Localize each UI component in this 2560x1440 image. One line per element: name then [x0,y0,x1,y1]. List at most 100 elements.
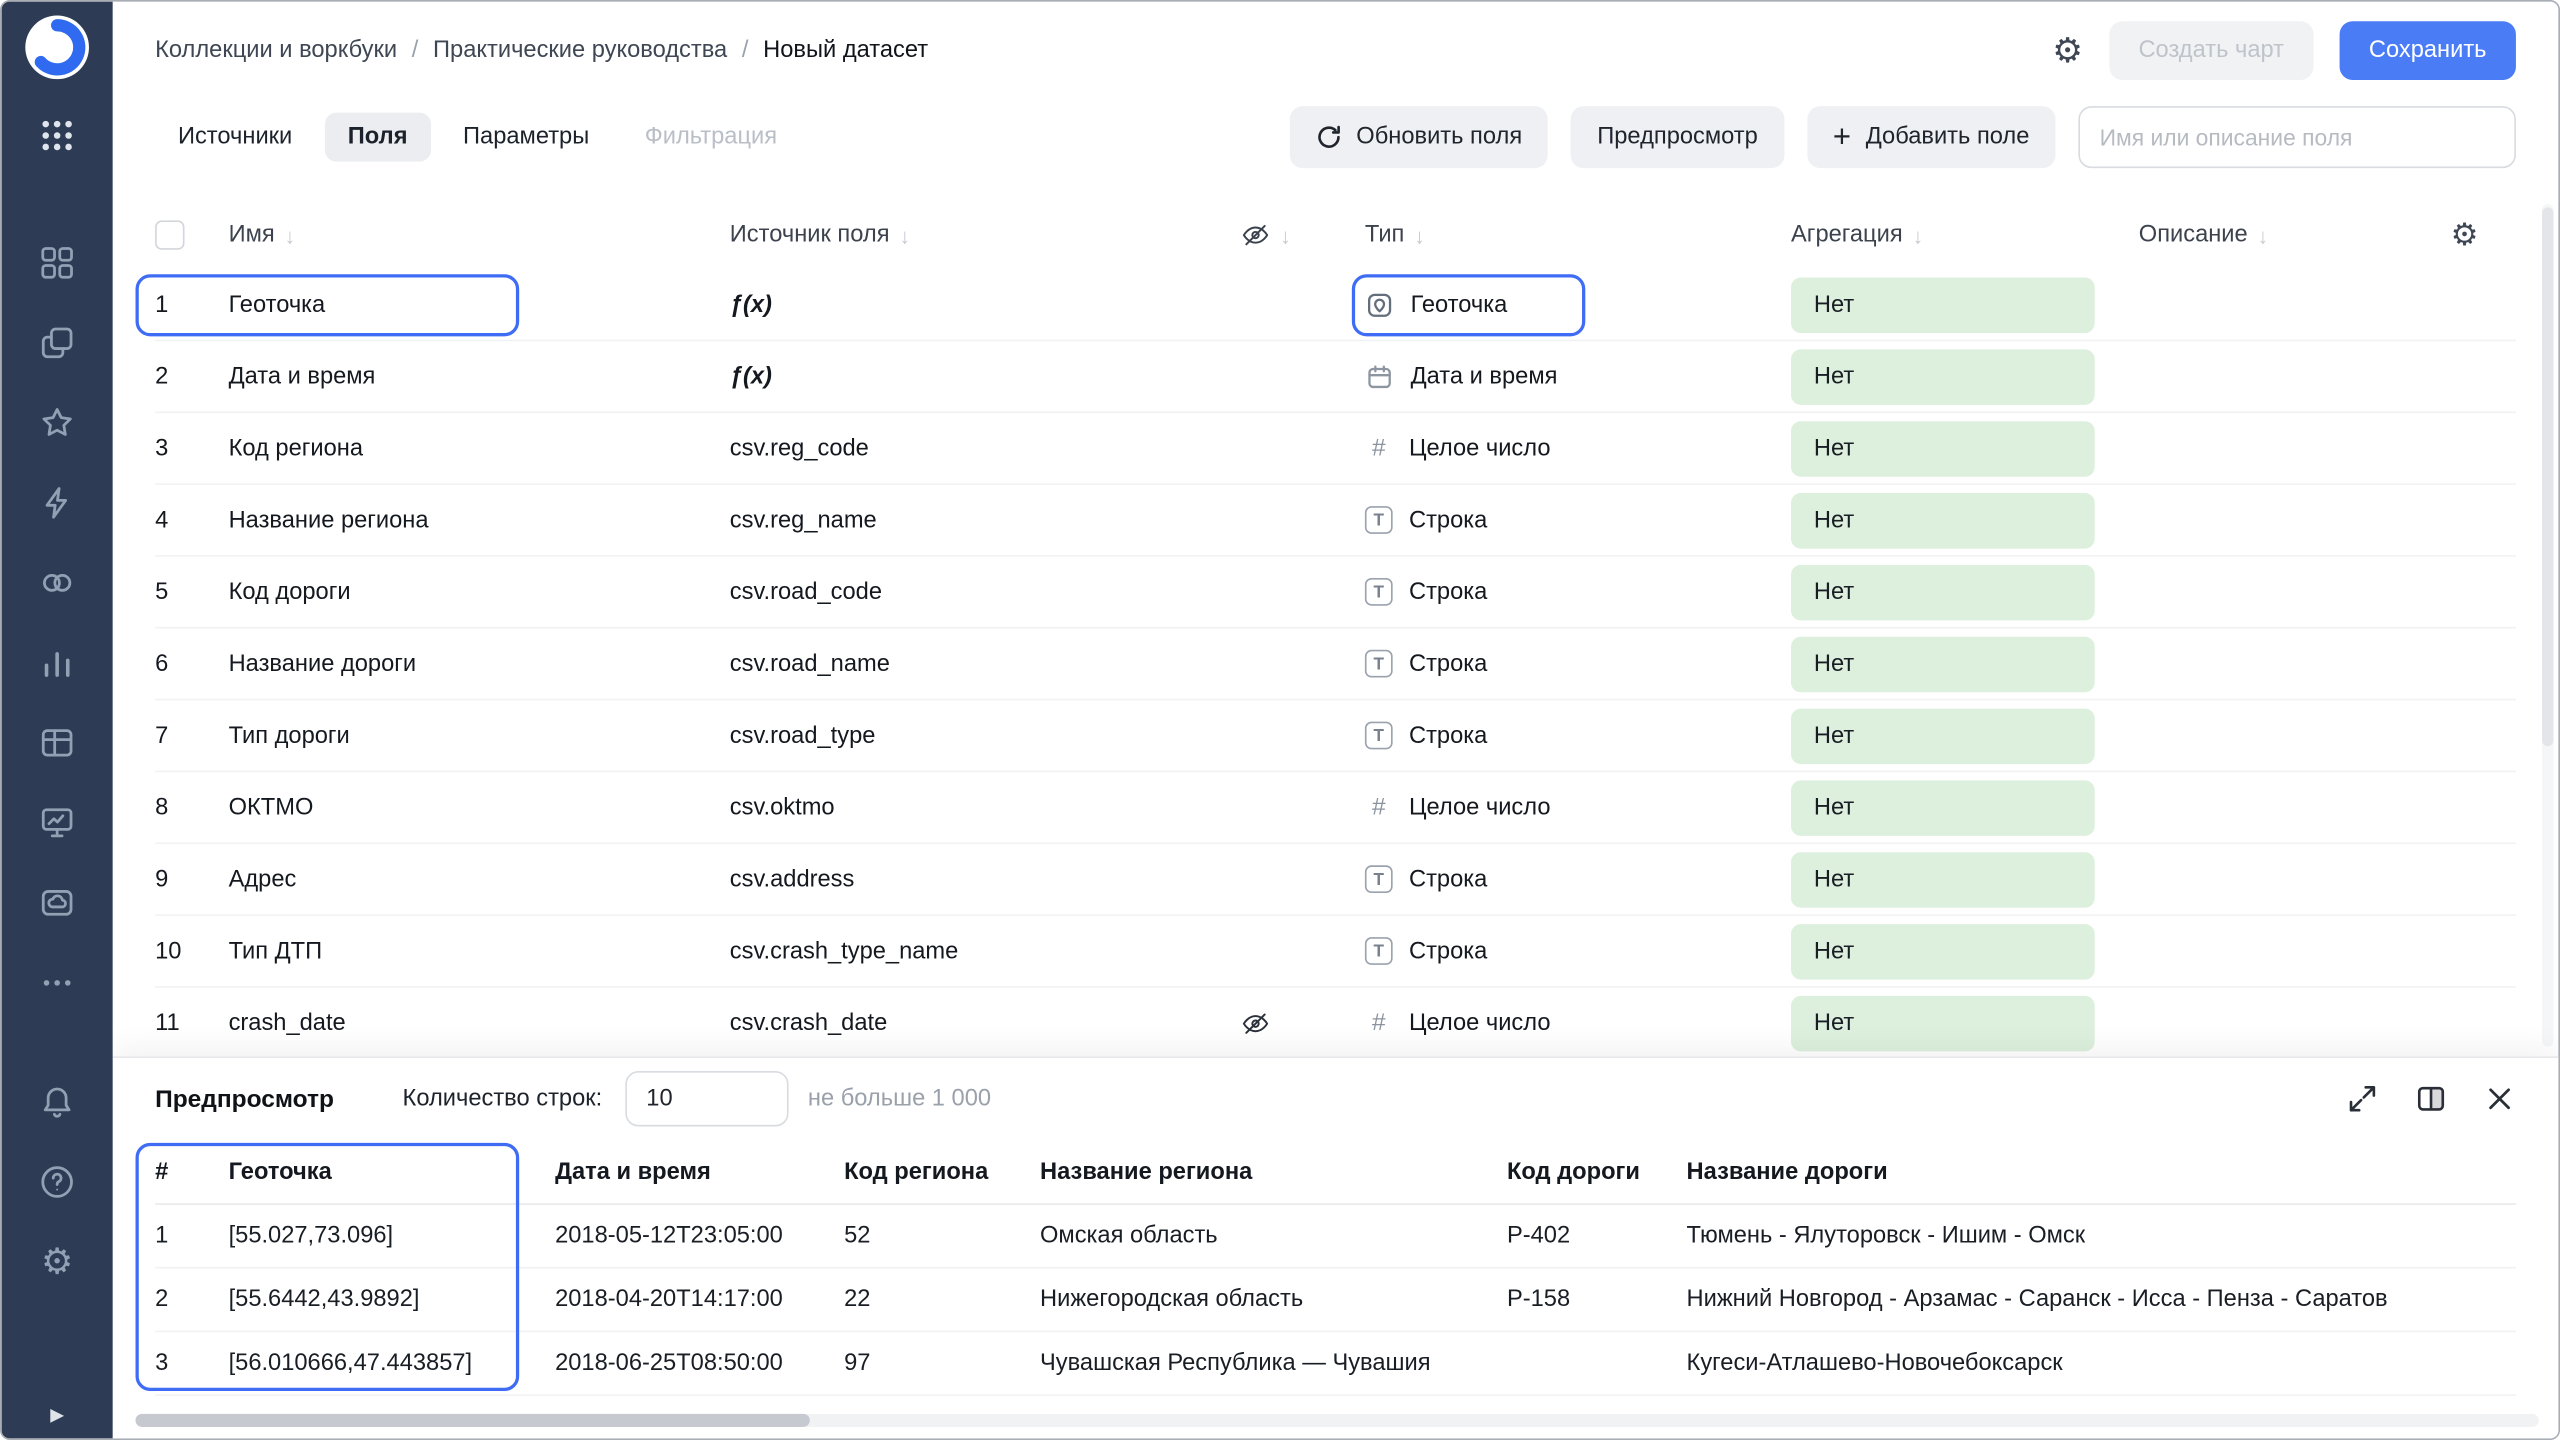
table-row[interactable]: 7 Тип дороги csv.road_type T Строка Нет [155,700,2516,772]
aggregation-select[interactable]: Нет [1791,636,2095,692]
breadcrumb: Коллекции и воркбуки / Практические руко… [155,38,928,64]
split-view-icon[interactable] [2415,1082,2448,1115]
preview-table-header: # Геоточка Дата и время Код региона Назв… [155,1140,2516,1205]
column-header-name[interactable]: Имя↓ [229,222,730,248]
field-type[interactable]: T Строка [1365,578,1791,606]
layers-copy-icon[interactable] [38,323,77,362]
aggregation-select[interactable]: Нет [1791,420,2095,476]
table-row[interactable]: 9 Адрес csv.address T Строка Нет [155,844,2516,916]
field-search-input[interactable] [2078,106,2516,168]
select-all-checkbox[interactable] [155,220,184,249]
field-name[interactable]: Код дороги [229,579,730,605]
field-type[interactable]: # Целое число [1365,434,1791,462]
cell: 2018-05-12T23:05:00 [555,1223,844,1249]
table-row[interactable]: 10 Тип ДТП csv.crash_type_name T Строка … [155,916,2516,988]
column-header-description[interactable]: Описание↓ [2139,222,2451,248]
horizontal-scrollbar[interactable] [136,1414,2539,1427]
help-icon[interactable] [38,1162,77,1201]
column-header-aggregation[interactable]: Агрегация↓ [1791,222,2139,248]
field-name[interactable]: Адрес [229,866,730,892]
field-name[interactable]: ОКТМО [229,794,730,820]
preview-col-region-code: Код региона [844,1158,1040,1184]
tab-sources[interactable]: Источники [155,113,315,162]
breadcrumb-guides[interactable]: Практические руководства [433,38,727,64]
dataset-settings-icon[interactable]: ⚙ [2052,33,2083,67]
table-row[interactable]: 5 Код дороги csv.road_code T Строка Нет [155,557,2516,629]
eye-off-icon[interactable] [1241,1008,1270,1037]
field-name[interactable]: Название дороги [229,651,730,677]
field-type[interactable]: T Строка [1365,650,1791,678]
field-type[interactable]: T Строка [1365,937,1791,965]
vertical-scrollbar[interactable] [2542,204,2553,1046]
bell-icon[interactable] [38,1082,77,1121]
field-name[interactable]: crash_date [229,1010,730,1036]
column-header-source[interactable]: Источник поля↓ [730,222,1241,248]
field-name[interactable]: Код региона [229,435,730,461]
create-chart-button[interactable]: Создать чарт [2109,21,2313,80]
table-row[interactable]: 6 Название дороги csv.road_name T Строка… [155,629,2516,701]
breadcrumb-collections[interactable]: Коллекции и воркбуки [155,38,397,64]
field-source: csv.crash_date [730,1010,1241,1036]
field-name[interactable]: Тип ДТП [229,938,730,964]
column-header-type[interactable]: Тип↓ [1365,222,1791,248]
row-count-input[interactable] [625,1071,788,1127]
aggregation-select[interactable]: Нет [1791,492,2095,548]
aggregation-select[interactable]: Нет [1791,923,2095,979]
aggregation-select[interactable]: Нет [1791,564,2095,620]
table-row[interactable]: 4 Название региона csv.reg_name T Строка… [155,485,2516,557]
expand-icon[interactable] [2346,1082,2379,1115]
aggregation-select[interactable]: Нет [1791,708,2095,764]
table-settings-icon[interactable]: ⚙ [2451,220,2479,251]
sidebar-settings-icon[interactable]: ⚙ [41,1242,73,1281]
rings-icon[interactable] [38,563,77,602]
vertical-scrollbar-thumb[interactable] [2542,207,2553,746]
lightning-icon[interactable] [38,483,77,522]
cell: 2018-06-25T08:50:00 [555,1350,844,1376]
table-row[interactable]: 2 Дата и время ƒ(x) Дата и время Нет [155,341,2516,413]
column-header-hidden[interactable]: ↓ [1241,220,1365,249]
aggregation-select[interactable]: Нет [1791,277,2095,333]
field-name[interactable]: Геоточка [229,291,730,317]
aggregation-select[interactable]: Нет [1791,851,2095,907]
table-row[interactable]: 3 Код региона csv.reg_code # Целое число… [155,413,2516,485]
tab-parameters[interactable]: Параметры [440,113,612,162]
table-icon[interactable] [38,723,77,762]
preview-button[interactable]: Предпросмотр [1571,106,1784,168]
table-row[interactable]: 11 crash_date csv.crash_date # Целое чис… [155,988,2516,1060]
field-type[interactable]: T Строка [1365,506,1791,534]
storage-cloud-icon[interactable] [38,883,77,922]
play-icon[interactable]: ▶ [2,1404,113,1425]
field-type[interactable]: # Целое число [1365,1009,1791,1037]
aggregation-select[interactable]: Нет [1791,780,2095,836]
add-field-button[interactable]: + Добавить поле [1807,106,2056,168]
field-name[interactable]: Тип дороги [229,722,730,748]
ellipsis-icon[interactable] [38,963,77,1002]
horizontal-scrollbar-thumb[interactable] [136,1414,810,1427]
field-type[interactable]: T Строка [1365,722,1791,750]
field-name[interactable]: Дата и время [229,363,730,389]
bar-chart-icon[interactable] [38,643,77,682]
monitor-chart-icon[interactable] [38,803,77,842]
field-type[interactable]: # Целое число [1365,793,1791,821]
row-index: 8 [155,794,228,820]
field-type[interactable]: Дата и время [1365,362,1791,391]
table-row[interactable]: 1 Геоточка ƒ(x) Геоточка Нет [155,269,2516,341]
fields-toolbar: Обновить поля Предпросмотр + Добавить по… [1289,106,2516,168]
save-button[interactable]: Сохранить [2339,21,2515,80]
close-icon[interactable] [2483,1082,2516,1115]
field-type[interactable]: Геоточка [1365,290,1791,319]
tab-fields[interactable]: Поля [325,113,430,162]
aggregation-select[interactable]: Нет [1791,349,2095,405]
refresh-fields-button[interactable]: Обновить поля [1289,106,1548,168]
preview-table: # Геоточка Дата и время Код региона Назв… [113,1140,2559,1396]
field-type[interactable]: T Строка [1365,865,1791,893]
squares-grid-icon[interactable] [38,243,77,282]
cell: Чувашская Республика — Чувашия [1040,1350,1507,1376]
table-row[interactable]: 8 ОКТМО csv.oktmo # Целое число Нет [155,772,2516,844]
star-icon[interactable] [38,403,77,442]
datalens-logo-icon[interactable] [24,15,89,80]
sort-down-icon: ↓ [1414,223,1425,247]
aggregation-select[interactable]: Нет [1791,995,2095,1051]
field-name[interactable]: Название региона [229,507,730,533]
apps-grid-icon[interactable] [38,116,77,155]
